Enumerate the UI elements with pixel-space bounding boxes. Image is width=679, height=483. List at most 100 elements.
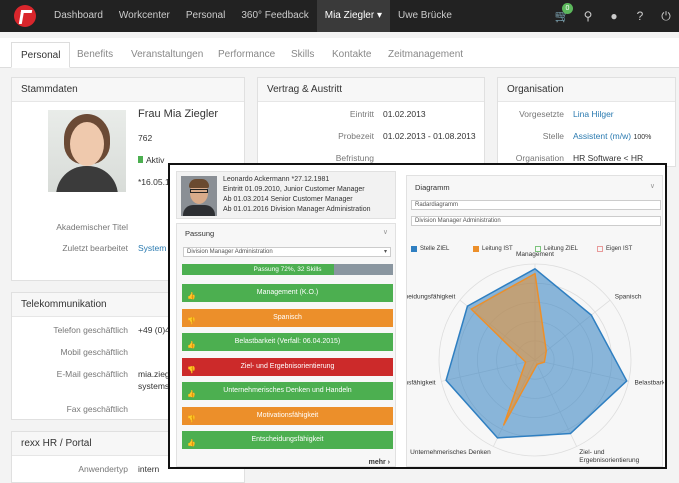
search-icon[interactable]: ⚲ <box>575 9 601 23</box>
skill-item[interactable]: 👎 Spanisch <box>182 308 393 327</box>
axis-label: Unternehmerisches Denken <box>410 449 491 456</box>
skill-item[interactable]: 👍 Entscheidungsfähigkeit <box>182 431 393 449</box>
label-stelle: Stelle <box>542 131 564 141</box>
employee-id: 762 <box>138 133 153 143</box>
axis-label: Ziel- und Ergebnisorientierung <box>579 449 639 464</box>
tab-skills[interactable]: Skills <box>291 42 314 68</box>
edited-by-link[interactable]: System <box>138 243 166 253</box>
nav-personal[interactable]: Personal <box>178 0 233 32</box>
skill-label: Entscheidungsfähigkeit <box>251 436 324 443</box>
employee-dob: *16.05.1 <box>138 177 170 187</box>
value-email-2: systems <box>138 381 170 391</box>
value-probezeit: 01.02.2013 - 01.08.2013 <box>383 131 476 141</box>
organisation-value: HR Software < HR <box>573 153 644 163</box>
thumbs-down-icon: 👎 <box>187 366 196 374</box>
nav-workcenter[interactable]: Workcenter <box>111 0 178 32</box>
label-fax: Fax geschäftlich <box>66 404 128 414</box>
skill-label: Belastbarkeit (Verfall: 06.04.2015) <box>234 338 341 345</box>
tab-personal[interactable]: Personal <box>11 42 71 68</box>
label-eintritt: Eintritt <box>349 109 374 119</box>
skill-item[interactable]: 👍 Belastbarkeit (Verfall: 06.04.2015) <box>182 333 393 351</box>
employee-photo <box>48 110 126 192</box>
tab-performance[interactable]: Performance <box>218 42 275 68</box>
label-probezeit: Probezeit <box>338 131 374 141</box>
stammdaten-title: Stammdaten <box>12 78 244 102</box>
label-telefon: Telefon geschäftlich <box>53 325 128 335</box>
value-email: mia.zieg <box>138 369 170 379</box>
label-email: E-Mail geschäftlich <box>56 369 128 379</box>
help-icon[interactable]: ? <box>627 9 653 23</box>
tab-benefits[interactable]: Benefits <box>77 42 113 68</box>
skill-item[interactable]: 👍 Unternehmerisches Denken und Handeln <box>182 382 393 400</box>
axis-label: Management <box>516 251 554 258</box>
thumbs-up-icon: 👍 <box>187 440 196 447</box>
top-navbar: Dashboard Workcenter Personal 360° Feedb… <box>0 0 679 32</box>
skill-item[interactable]: 👎 Ziel- und Ergebnisorientierung <box>182 357 393 376</box>
employee-name: Frau Mia Ziegler <box>138 108 219 120</box>
cart-icon[interactable]: 🛒 0 <box>549 3 575 23</box>
label-zuletzt-bearbeitet: Zuletzt bearbeitet <box>62 243 128 253</box>
profile-info: Leonardo Ackermann *27.12.1981 Eintritt … <box>223 175 370 215</box>
thumbs-down-icon: 👎 <box>187 415 196 423</box>
profile-line-4: Ab 01.01.2016 Division Manager Administr… <box>223 206 371 213</box>
thumbs-down-icon: 👎 <box>187 317 196 325</box>
skill-label: Motivationsfähigkeit <box>256 411 319 419</box>
passung-progress: Passung 72%, 32 Skills <box>182 264 393 275</box>
thumbs-up-icon: 👍 <box>187 391 196 398</box>
nav-360-feedback[interactable]: 360° Feedback <box>233 0 316 32</box>
radar-chart: Management Spanisch Belastbarkeit Ziel- und… <box>407 251 664 464</box>
skill-item[interactable]: 👎 Motivationsfähigkeit <box>182 406 393 425</box>
tab-veranstaltungen[interactable]: Veranstaltungen <box>131 42 203 68</box>
value-anwendertyp: intern <box>138 464 160 474</box>
passung-select[interactable]: Division Manager Administration ▾ <box>183 247 391 257</box>
status-text: Aktiv <box>146 155 165 165</box>
profile-line-1: Leonardo Ackermann *27.12.1981 <box>223 176 330 183</box>
collapse-icon[interactable]: ∨ <box>383 228 388 236</box>
tab-kontakte[interactable]: Kontakte <box>332 42 371 68</box>
profile-line-3: Ab 01.03.2014 Senior Customer Manager <box>223 196 353 203</box>
label-vorgesetzte: Vorgesetzte <box>519 109 564 119</box>
value-eintritt: 01.02.2013 <box>383 109 426 119</box>
passung-select-value: Division Manager Administration <box>187 249 273 255</box>
organisation-title: Organisation <box>498 78 675 102</box>
axis-label: Belastbarkeit <box>634 380 664 387</box>
user-icon[interactable]: ● <box>601 9 627 23</box>
passung-panel: Passung ∨ Division Manager Administratio… <box>176 223 396 467</box>
nav-uwe-bruecke[interactable]: Uwe Brücke <box>390 0 460 32</box>
diagramm-panel: Diagramm ∨ Radardiagramm Division Manage… <box>406 175 664 467</box>
thumbs-up-icon: 👍 <box>187 342 196 349</box>
label-mobil: Mobil geschäftlich <box>60 347 128 357</box>
skill-label: Spanisch <box>273 313 302 321</box>
nav-mia-ziegler-label: Mia Ziegler <box>324 10 375 21</box>
more-label: mehr <box>368 459 386 466</box>
label-organisation: Organisation <box>515 153 564 163</box>
thumbs-up-icon: 👍 <box>187 293 196 300</box>
tab-zeitmanagement[interactable]: Zeitmanagement <box>388 42 463 68</box>
skill-item[interactable]: 👍 Management (K.O.) <box>182 284 393 302</box>
supervisor-link[interactable]: Lina Hilger <box>573 109 614 119</box>
axis-label: Spanisch <box>615 293 642 300</box>
axis-label: Motivationsfähigkeit <box>407 380 436 387</box>
label-akademischer-titel: Akademischer Titel <box>56 222 128 232</box>
vertrag-title: Vertrag & Austritt <box>258 78 484 102</box>
chevron-down-icon: ▾ <box>376 10 383 21</box>
profile-photo <box>181 176 217 216</box>
nav-dashboard[interactable]: Dashboard <box>46 0 111 32</box>
more-link[interactable]: mehr › <box>369 459 390 466</box>
cart-badge: 0 <box>562 3 573 14</box>
skill-label: Ziel- und Ergebnisorientierung <box>240 362 335 370</box>
status-badge: Aktiv <box>138 155 164 165</box>
position-link[interactable]: Assistent (m/w) <box>573 131 631 141</box>
power-icon[interactable]: ⏻ <box>653 9 679 24</box>
position-value: Assistent (m/w) 100% <box>573 131 651 141</box>
skill-label: Unternehmerisches Denken und Handeln <box>223 387 352 394</box>
tab-bar: Personal Benefits Veranstaltungen Perfor… <box>0 38 679 68</box>
skill-label: Management (K.O.) <box>256 289 319 296</box>
position-percent: 100% <box>633 134 652 141</box>
label-anwendertyp: Anwendertyp <box>78 464 128 474</box>
label-befristung: Befristung <box>335 153 374 163</box>
app-logo[interactable] <box>14 5 36 27</box>
profile-line-2: Eintritt 01.09.2010, Junior Customer Man… <box>223 186 365 193</box>
passung-progress-label: Passung 72%, 32 Skills <box>253 266 322 273</box>
nav-mia-ziegler[interactable]: Mia Ziegler ▾ <box>316 0 391 32</box>
